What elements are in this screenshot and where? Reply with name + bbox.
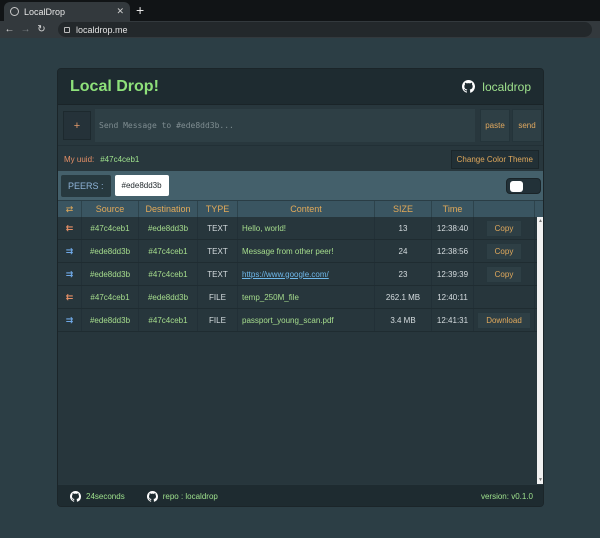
cell-size: 262.1 MB [375, 286, 432, 308]
github-icon [462, 80, 476, 93]
table-row: ⇇ #47c4ceb1 #ede8dd3b TEXT Hello, world!… [58, 217, 537, 240]
cell-source: #ede8dd3b [82, 309, 139, 331]
col-action [474, 201, 535, 217]
cell-destination: #ede8dd3b [139, 286, 198, 308]
footer-repo-link[interactable]: repo : localdrop [146, 491, 218, 502]
cell-type: FILE [198, 286, 238, 308]
cell-size: 24 [375, 240, 432, 262]
github-icon [146, 491, 158, 502]
col-source: Source [82, 201, 139, 217]
cell-time: 12:38:56 [432, 240, 474, 262]
outgoing-arrow-icon: ⇉ [65, 314, 74, 325]
tab-title: LocalDrop [24, 6, 66, 17]
author-label: 24seconds [86, 492, 125, 501]
github-repo-link[interactable]: localdrop [462, 80, 531, 94]
cell-type: TEXT [198, 240, 238, 262]
incoming-arrow-icon: ⇇ [65, 291, 74, 302]
message-input[interactable] [95, 109, 475, 142]
app-footer: 24seconds repo : localdrop version: v0.1… [58, 485, 543, 506]
cell-destination: #47c4ceb1 [139, 309, 198, 331]
github-repo-label: localdrop [482, 79, 531, 94]
col-content: Content [238, 201, 375, 217]
identity-row: My uuid: #47c4ceb1 Change Color Theme [58, 148, 543, 170]
localdrop-app: Local Drop! localdrop + paste send My uu… [57, 68, 544, 507]
globe-icon [10, 7, 19, 16]
cell-source: #47c4ceb1 [82, 286, 139, 308]
cell-time: 12:39:39 [432, 263, 474, 285]
col-direction: ⇄ [58, 201, 82, 217]
add-file-button[interactable]: + [63, 111, 91, 140]
table-row: ⇉ #ede8dd3b #47c4ceb1 FILE passport_youn… [58, 309, 537, 332]
content-link[interactable]: https://www.google.com/ [242, 270, 329, 279]
uuid-label: My uuid: [64, 154, 95, 164]
incoming-arrow-icon: ⇇ [65, 222, 74, 233]
url-text: localdrop.me [76, 24, 128, 35]
cell-time: 12:38:40 [432, 217, 474, 239]
address-bar: ← → ↻ localdrop.me [0, 21, 600, 38]
table-scrollbar[interactable]: ▲ ▼ [537, 217, 543, 484]
peer-chip[interactable]: #ede8dd3b [114, 175, 169, 196]
cell-destination: #ede8dd3b [139, 217, 198, 239]
url-field[interactable]: localdrop.me [58, 22, 592, 37]
cell-size: 3.4 MB [375, 309, 432, 331]
close-tab-icon[interactable]: ✕ [116, 6, 124, 17]
table-body: ⇇ #47c4ceb1 #ede8dd3b TEXT Hello, world!… [58, 217, 537, 484]
cell-time: 12:41:31 [432, 309, 474, 331]
uuid-value: #47c4ceb1 [100, 154, 140, 164]
copy-button[interactable]: Copy [485, 265, 523, 283]
table-header: ⇄ Source Destination TYPE Content SIZE T… [58, 200, 543, 217]
send-button[interactable]: send [512, 109, 542, 142]
cell-source: #ede8dd3b [82, 240, 139, 262]
footer-repo-label: repo : localdrop [162, 492, 218, 501]
cell-destination: #47c4ceb1 [139, 263, 198, 285]
message-composer: + paste send [58, 106, 543, 146]
col-destination: Destination [139, 201, 198, 217]
cell-action-empty [474, 286, 535, 308]
table-row: ⇉ #ede8dd3b #47c4ceb1 TEXT Message from … [58, 240, 537, 263]
lock-icon [64, 26, 70, 33]
cell-size: 23 [375, 263, 432, 285]
cell-content: Hello, world! [238, 217, 375, 239]
col-type: TYPE [198, 201, 238, 217]
forward-icon[interactable]: → [19, 24, 32, 35]
copy-button[interactable]: Copy [485, 242, 523, 260]
cell-size: 13 [375, 217, 432, 239]
author-link[interactable]: 24seconds [70, 491, 125, 502]
outgoing-arrow-icon: ⇉ [65, 268, 74, 279]
cell-source: #ede8dd3b [82, 263, 139, 285]
browser-tab-bar: LocalDrop ✕ + [0, 0, 600, 21]
table-row: ⇉ #ede8dd3b #47c4ceb1 TEXT https://www.g… [58, 263, 537, 286]
peers-bar: PEERS : #ede8dd3b [58, 171, 543, 200]
cell-source: #47c4ceb1 [82, 217, 139, 239]
new-tab-icon[interactable]: + [136, 3, 144, 17]
cell-content: temp_250M_file [238, 286, 375, 308]
back-icon[interactable]: ← [3, 24, 16, 35]
copy-button[interactable]: Copy [485, 219, 523, 237]
reload-icon[interactable]: ↻ [35, 24, 48, 35]
change-theme-button[interactable]: Change Color Theme [450, 149, 539, 169]
toggle-knob[interactable] [510, 181, 523, 192]
cell-type: TEXT [198, 217, 238, 239]
outgoing-arrow-icon: ⇉ [65, 245, 74, 256]
table-row: ⇇ #47c4ceb1 #ede8dd3b FILE temp_250M_fil… [58, 286, 537, 309]
cell-type: FILE [198, 309, 238, 331]
cell-content: Message from other peer! [238, 240, 375, 262]
version-label: version: v0.1.0 [480, 492, 533, 501]
col-time: Time [432, 201, 474, 217]
scroll-down-icon[interactable]: ▼ [538, 477, 543, 483]
cell-type: TEXT [198, 263, 238, 285]
github-icon [70, 491, 81, 502]
download-button[interactable]: Download [477, 311, 531, 329]
app-header: Local Drop! localdrop [58, 69, 543, 105]
cell-time: 12:40:11 [432, 286, 474, 308]
mode-toggle[interactable] [506, 178, 541, 194]
scroll-up-icon[interactable]: ▲ [538, 218, 543, 224]
paste-button[interactable]: paste [480, 109, 510, 142]
app-title: Local Drop! [70, 77, 159, 95]
cell-destination: #47c4ceb1 [139, 240, 198, 262]
browser-tab[interactable]: LocalDrop ✕ [4, 2, 130, 21]
col-size: SIZE [375, 201, 432, 217]
peers-label: PEERS : [61, 174, 111, 197]
cell-content: passport_young_scan.pdf [238, 309, 375, 331]
